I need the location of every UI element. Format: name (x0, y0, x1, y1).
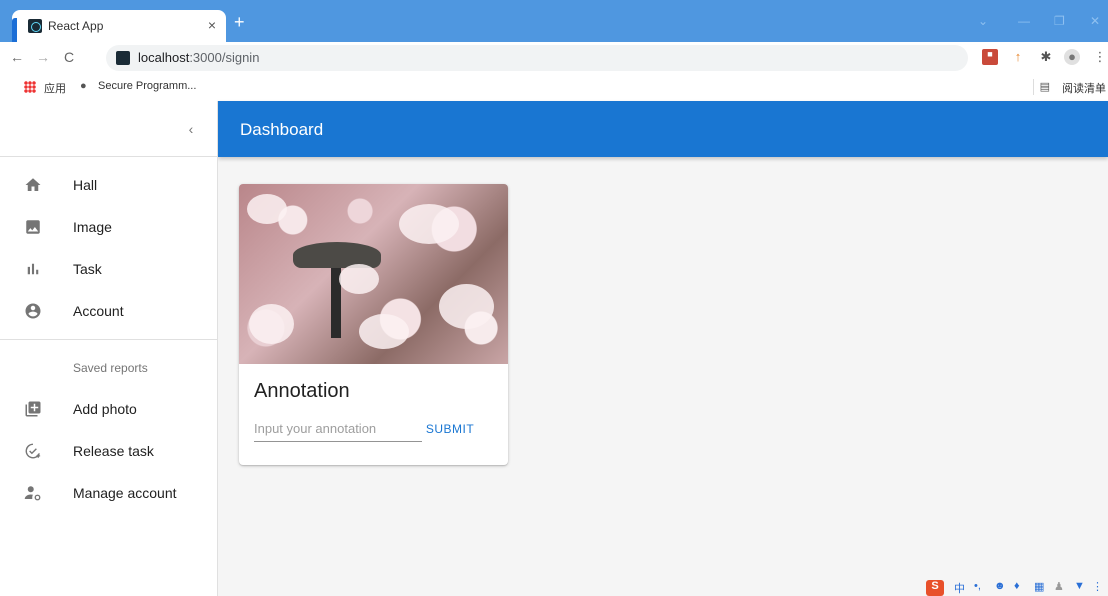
minimize-icon[interactable]: — (1018, 14, 1030, 28)
card-image (239, 184, 508, 364)
sidebar-item-hall[interactable]: Hall (0, 165, 217, 205)
ime-emoji-icon[interactable]: ☻ (994, 580, 1006, 592)
submit-button[interactable]: SUBMIT (425, 418, 475, 440)
tab-title: React App (48, 19, 104, 33)
apps-grid-icon[interactable] (24, 81, 36, 93)
sidebar-item-label: Add photo (73, 401, 137, 417)
restore-icon[interactable]: ❐ (1054, 14, 1065, 28)
close-tab-icon[interactable]: × (208, 17, 216, 33)
bookmarks-bar: 应用 ● Secure Programm... ▤ 阅读清单 (0, 74, 1108, 101)
close-window-icon[interactable]: ✕ (1090, 14, 1100, 28)
sidebar-item-label: Account (73, 303, 124, 319)
forward-icon[interactable]: → (36, 49, 50, 65)
browser-tab[interactable]: React App × (12, 10, 226, 52)
globe-icon: ● (80, 80, 87, 92)
url-field[interactable]: localhost:3000/signin (106, 45, 968, 71)
sidebar-item-image[interactable]: Image (0, 207, 217, 247)
sidebar-item-label: Manage account (73, 485, 177, 501)
bookmarks-divider (1033, 79, 1034, 95)
ime-toolbar: S 中 •, ☻ ♦ ▦ ♟ ▼ ⋮ (926, 580, 1108, 596)
reload-icon[interactable]: C (64, 49, 74, 65)
sidebar-item-release-task[interactable]: Release task (0, 431, 217, 471)
extensions-puzzle-icon[interactable]: ✱ (1038, 49, 1054, 65)
sidebar-item-label: Release task (73, 443, 154, 459)
blossom-decoration (359, 314, 409, 349)
card-title: Annotation (254, 380, 350, 402)
menu-kebab-icon[interactable]: ⋮ (1092, 49, 1108, 65)
add-photo-icon (25, 401, 41, 417)
side-drawer: ‹ Hall Image Task Account Saved reports … (0, 101, 218, 596)
saved-reports-subheader: Saved reports (73, 361, 148, 375)
bar-chart-icon (27, 263, 39, 275)
blossom-decoration (247, 194, 287, 224)
new-tab-button[interactable]: + (234, 12, 245, 33)
ime-skin-icon[interactable]: ▼ (1074, 580, 1085, 592)
site-favicon-icon (116, 51, 130, 65)
profile-avatar-icon[interactable]: ● (1064, 49, 1080, 65)
blossom-decoration (439, 284, 494, 329)
blossom-decoration (399, 204, 459, 244)
page-title: Dashboard (240, 120, 324, 139)
app-bar: Dashboard (218, 101, 1108, 157)
home-icon (25, 178, 41, 191)
browser-tabstrip: React App × + ⌄ — ❐ ✕ (0, 0, 1108, 52)
sidebar-item-label: Task (73, 261, 102, 277)
ime-user-icon[interactable]: ♟ (1054, 580, 1064, 593)
sidebar-item-label: Hall (73, 177, 98, 193)
sidebar-item-manage-account[interactable]: Manage account (0, 473, 217, 513)
reading-list[interactable]: 阅读清单 (1062, 80, 1106, 96)
ime-punct-icon[interactable]: •, (974, 580, 981, 592)
blossom-decoration (339, 264, 379, 294)
ime-more-icon[interactable]: ⋮ (1092, 580, 1103, 593)
tab-search-icon[interactable]: ⌄ (978, 14, 988, 28)
chevron-left-icon[interactable]: ‹ (179, 117, 203, 141)
url-text: localhost:3000/signin (138, 50, 260, 65)
sogou-logo-icon[interactable]: S (926, 580, 944, 596)
sidebar-item-account[interactable]: Account (0, 291, 217, 331)
sidebar-item-task[interactable]: Task (0, 249, 217, 289)
back-icon[interactable]: ← (10, 49, 24, 65)
ime-chinese-icon[interactable]: 中 (954, 580, 965, 596)
blossom-decoration (249, 304, 294, 344)
release-task-icon (25, 443, 41, 459)
extension-arrow-icon[interactable]: ↑ (1010, 49, 1026, 65)
account-circle-icon (25, 303, 41, 319)
annotation-input[interactable] (254, 416, 422, 442)
extension-red-icon[interactable]: ■ (982, 49, 998, 65)
annotation-card: Annotation SUBMIT (239, 184, 508, 465)
ime-mic-icon[interactable]: ♦ (1014, 580, 1020, 592)
image-icon (26, 220, 40, 234)
bookmark-secure-programming[interactable]: Secure Programm... (98, 80, 196, 92)
manage-account-icon (24, 486, 41, 501)
bookmark-apps[interactable]: 应用 (44, 80, 66, 96)
ime-keyboard-icon[interactable]: ▦ (1034, 580, 1044, 593)
drawer-header: ‹ (0, 101, 217, 157)
reading-list-icon: ▤ (1039, 81, 1050, 93)
sidebar-item-label: Image (73, 219, 112, 235)
sidebar-item-add-photo[interactable]: Add photo (0, 389, 217, 429)
lamp-shade (293, 242, 381, 268)
react-favicon-icon (28, 19, 42, 33)
drawer-divider (0, 339, 217, 340)
address-bar: ← → C localhost:3000/signin ■ ↑ ✱ ● ⋮ (0, 42, 1108, 74)
